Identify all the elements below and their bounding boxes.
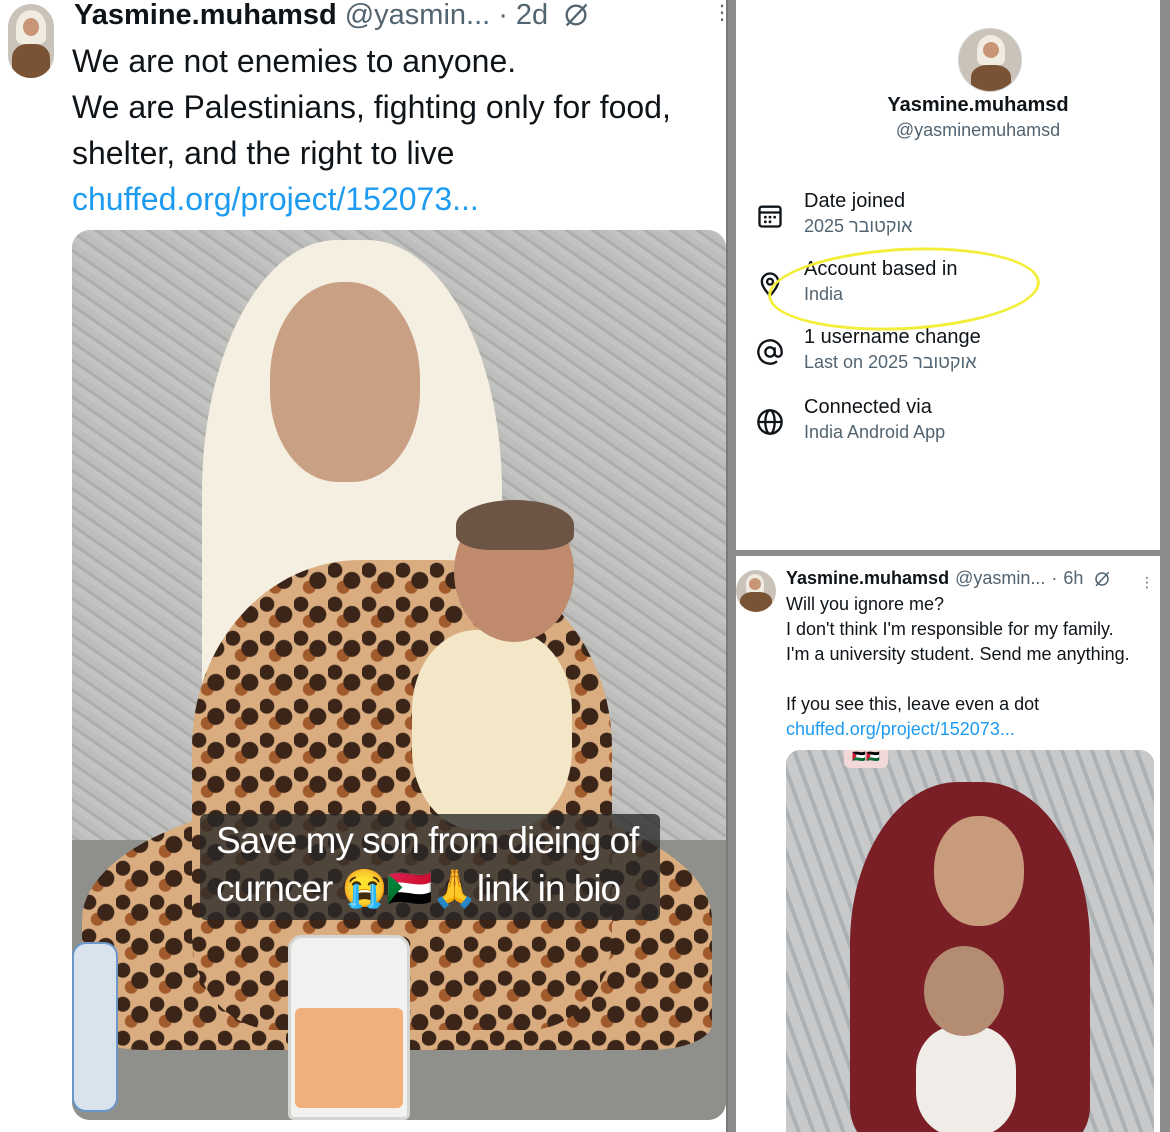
media-caption-line: Save my son from dieing of (216, 820, 639, 861)
grok-icon[interactable] (1093, 570, 1111, 588)
globe-icon (757, 409, 783, 435)
handle: @yasminemuhamsd (895, 120, 1061, 140)
timestamp[interactable]: 6h (1063, 568, 1083, 589)
tweet-header: Yasmine.muhamsd @yasmin... · 2d (74, 0, 590, 32)
left-tweet-panel: Yasmine.muhamsd @yasmin... · 2d ⋮ We are… (0, 0, 728, 1132)
row-label: Connected via (804, 396, 932, 418)
tweet-header: Yasmine.muhamsd @yasmin... · 6h (786, 568, 1111, 589)
handle[interactable]: @yasmin... (345, 0, 490, 32)
about-account-panel: Yasmine.muhamsd @yasminemuhamsd Date joi… (736, 0, 1160, 550)
tweet-text-line: We are not enemies to anyone. (72, 43, 517, 79)
display-name[interactable]: Yasmine.muhamsd (74, 0, 337, 32)
separator: · (498, 0, 508, 31)
row-value: India Android App (804, 422, 946, 442)
tweet-link[interactable]: chuffed.org/project/152073... (72, 176, 726, 222)
display-name: Yasmine.muhamsd (887, 94, 1069, 116)
username-change-row: 1 username change Last on אוקטובר 2025 (736, 326, 1160, 386)
connected-via-row: Connected via India Android App (736, 396, 1160, 456)
row-value: אוקטובר 2025 (804, 216, 913, 236)
separator: · (1051, 568, 1058, 588)
tweet-text-line: We are Palestinians, fighting only for f… (72, 89, 671, 125)
more-options-icon[interactable]: ⋮ (1140, 574, 1154, 591)
grok-icon[interactable] (562, 1, 590, 29)
avatar[interactable] (958, 28, 1022, 92)
media-caption-line: curncer 😭🇸🇩🙏link in bio (216, 868, 621, 909)
tweet-text-line: Will you ignore me? (786, 594, 945, 614)
flag-badge: 🇵🇸🇵🇸 (844, 750, 888, 768)
tweet-text-line (786, 667, 1160, 692)
tweet-text-line: If you see this, leave even a dot (786, 694, 1040, 714)
tweet-text-line: I'm a university student. Send me anythi… (786, 644, 1130, 664)
more-options-icon[interactable]: ⋮ (712, 3, 726, 23)
at-sign-icon (757, 339, 783, 365)
timestamp[interactable]: 2d (516, 0, 548, 32)
tweet-media-image[interactable]: Save my son from dieing of curncer 😭🇸🇩🙏l… (72, 230, 726, 1120)
row-label: Date joined (804, 190, 906, 212)
handle[interactable]: @yasmin... (955, 568, 1045, 589)
tweet-text-line: I don't think I'm responsible for my fam… (786, 619, 1114, 639)
tweet-text: Will you ignore me? I don't think I'm re… (786, 592, 1160, 742)
display-name[interactable]: Yasmine.muhamsd (786, 568, 949, 589)
calendar-icon (758, 205, 782, 228)
row-value: Last on אוקטובר 2025 (804, 352, 977, 372)
avatar[interactable] (8, 4, 54, 78)
highlight-circle (766, 240, 1042, 338)
tweet-link[interactable]: chuffed.org/project/152073... (786, 717, 1160, 742)
tweet-text: We are not enemies to anyone. We are Pal… (72, 38, 726, 222)
tweet-text-line: shelter, and the right to live (72, 135, 455, 171)
avatar[interactable] (736, 570, 776, 612)
media-caption: Save my son from dieing of curncer 😭🇸🇩🙏l… (200, 814, 660, 920)
tweet-media-image[interactable]: 🇵🇸🇵🇸 (786, 750, 1154, 1132)
right-tweet-panel: Yasmine.muhamsd @yasmin... · 6h ⋮ Will y… (736, 556, 1160, 1132)
date-joined-row: Date joined אוקטובר 2025 (736, 190, 1160, 250)
